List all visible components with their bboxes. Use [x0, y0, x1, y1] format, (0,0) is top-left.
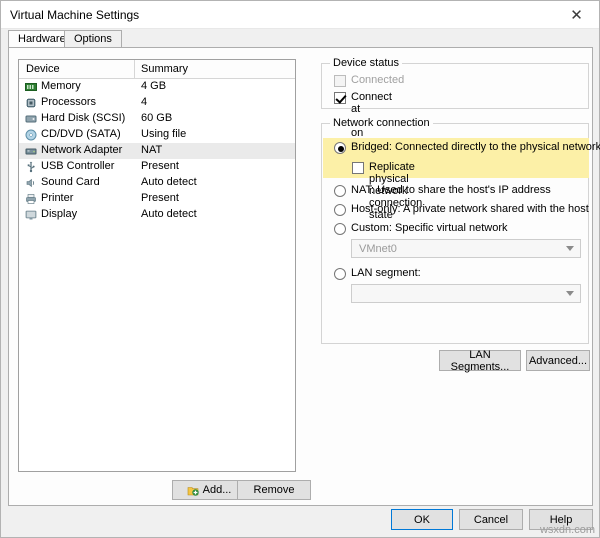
column-header-summary: Summary: [141, 63, 189, 75]
network-icon: [25, 145, 37, 157]
device-name: Processors: [41, 96, 97, 108]
device-list[interactable]: Device Summary Memory 4 GB Processors 4: [18, 59, 296, 472]
device-summary: NAT: [141, 144, 163, 156]
sound-icon: [25, 177, 37, 189]
custom-network-combo-value: VMnet0: [359, 243, 397, 255]
list-item[interactable]: Memory 4 GB: [19, 79, 295, 95]
list-item[interactable]: USB Controller Present: [19, 159, 295, 175]
device-name: Display: [41, 208, 78, 220]
cancel-button-label: Cancel: [473, 513, 509, 526]
network-connection-group-label: Network connection: [330, 117, 433, 129]
tab-options-label: Options: [74, 33, 112, 45]
lan-segment-radio[interactable]: [334, 268, 346, 280]
device-summary: 60 GB: [141, 112, 173, 124]
title-bar: Virtual Machine Settings ✕: [1, 1, 599, 29]
connected-checkbox[interactable]: [334, 75, 346, 87]
nat-label: NAT: Used to share the host's IP address: [351, 184, 551, 196]
lan-segment-combo[interactable]: [351, 284, 581, 303]
list-item[interactable]: Sound Card Auto detect: [19, 175, 295, 191]
watermark: wsxdn.com: [539, 524, 595, 536]
tab-hardware-label: Hardware: [18, 33, 66, 45]
add-icon: [187, 485, 199, 497]
device-name: USB Controller: [41, 160, 115, 172]
ok-button-label: OK: [414, 513, 430, 526]
device-list-header: Device Summary: [19, 60, 295, 79]
device-summary: 4: [141, 96, 148, 108]
device-status-group-label: Device status: [330, 57, 403, 69]
hardware-panel: Device Summary Memory 4 GB Processors 4: [8, 47, 600, 507]
bridged-radio[interactable]: [334, 142, 346, 154]
virtual-machine-settings-window: Virtual Machine Settings ✕ Hardware Opti…: [0, 0, 600, 538]
device-name: Printer: [41, 192, 74, 204]
lan-segments-button[interactable]: LAN Segments...: [439, 348, 521, 373]
custom-radio[interactable]: [334, 223, 346, 235]
device-summary: Auto detect: [141, 176, 197, 188]
chevron-down-icon: [566, 246, 574, 251]
host-only-label: Host-only: A private network shared with…: [351, 203, 589, 215]
column-divider: [134, 60, 135, 79]
list-item[interactable]: Printer Present: [19, 191, 295, 207]
list-item[interactable]: Hard Disk (SCSI) 60 GB: [19, 111, 295, 127]
connected-label: Connected: [351, 74, 405, 86]
tab-strip: Hardware Options: [8, 30, 593, 48]
remove-button-label: Remove: [253, 484, 295, 496]
lan-segments-button-label: LAN Segments...: [450, 348, 510, 373]
custom-label: Custom: Specific virtual network: [351, 222, 508, 234]
cancel-button[interactable]: Cancel: [459, 509, 523, 530]
device-status-group: Device status Connected Connect at power…: [321, 57, 589, 139]
usb-icon: [25, 161, 37, 173]
device-name: Hard Disk (SCSI): [41, 112, 126, 124]
display-icon: [25, 209, 37, 221]
device-settings-pane: Device status Connected Connect at power…: [313, 48, 600, 507]
remove-button[interactable]: Remove: [237, 480, 311, 500]
device-name: CD/DVD (SATA): [41, 128, 121, 140]
device-name: Sound Card: [41, 176, 100, 188]
ok-button[interactable]: OK: [391, 509, 453, 530]
host-only-radio[interactable]: [334, 204, 346, 216]
tab-options[interactable]: Options: [64, 30, 122, 48]
device-name: Network Adapter: [41, 144, 123, 156]
list-item[interactable]: Processors 4: [19, 95, 295, 111]
chevron-down-icon: [566, 291, 574, 296]
device-summary: Auto detect: [141, 208, 197, 220]
printer-icon: [25, 193, 37, 205]
custom-network-combo[interactable]: VMnet0: [351, 239, 581, 258]
device-summary: Present: [141, 160, 179, 172]
nat-radio[interactable]: [334, 185, 346, 197]
advanced-button-label: Advanced...: [528, 354, 588, 367]
close-icon[interactable]: ✕: [554, 1, 599, 28]
column-header-device: Device: [26, 63, 60, 75]
list-item[interactable]: CD/DVD (SATA) Using file: [19, 127, 295, 143]
device-name: Memory: [41, 80, 81, 92]
memory-icon: [25, 81, 37, 93]
advanced-button[interactable]: Advanced...: [526, 350, 590, 371]
disk-icon: [25, 113, 37, 125]
cd-icon: [25, 129, 37, 141]
list-item-network-adapter[interactable]: Network Adapter NAT: [19, 143, 295, 159]
device-summary: Present: [141, 192, 179, 204]
device-summary: 4 GB: [141, 80, 167, 92]
bridged-label: Bridged: Connected directly to the physi…: [351, 141, 600, 153]
add-button-label: Add...: [202, 484, 232, 496]
replicate-checkbox[interactable]: [352, 162, 364, 174]
cpu-icon: [25, 97, 37, 109]
window-title: Virtual Machine Settings: [10, 8, 140, 22]
connect-at-power-on-checkbox[interactable]: [334, 92, 346, 104]
network-connection-group: Network connection Bridged: Connected di…: [321, 117, 600, 344]
lan-segment-label: LAN segment:: [351, 267, 421, 279]
list-item[interactable]: Display Auto detect: [19, 207, 295, 223]
add-button[interactable]: Add...: [172, 480, 246, 500]
device-summary: Using file: [141, 128, 187, 140]
